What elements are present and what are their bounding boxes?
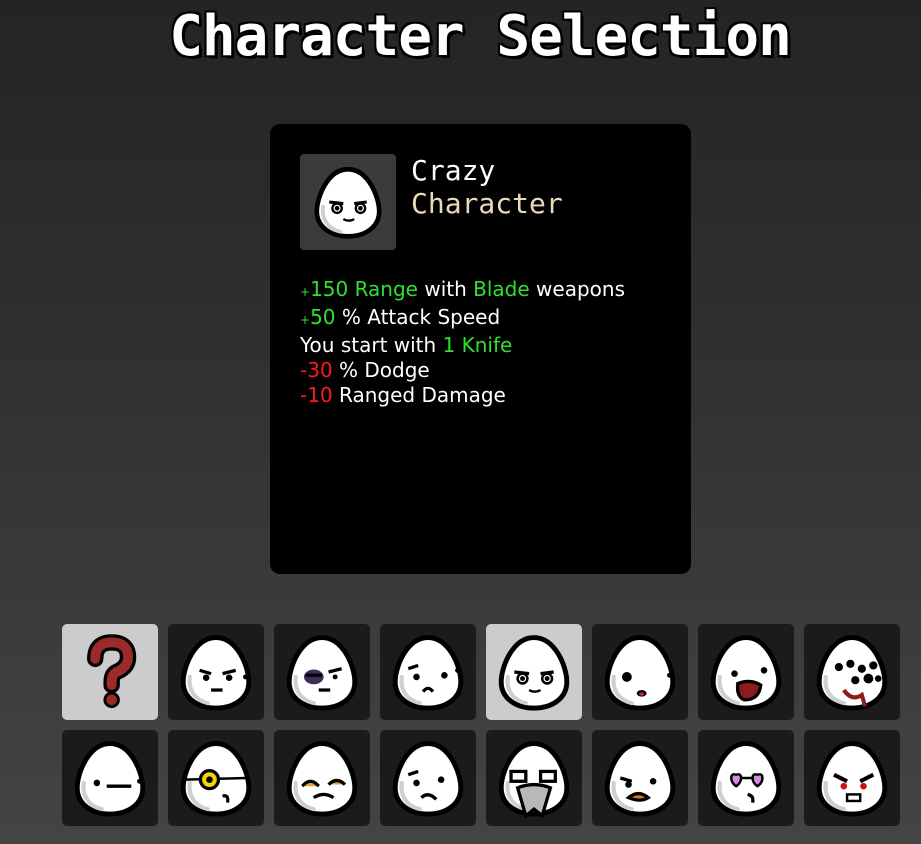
surprised-egg-icon [599, 631, 681, 713]
stat-text: Blade [473, 277, 530, 301]
stat-text: % Attack Speed [335, 305, 501, 329]
character-type-label: Character [411, 187, 563, 220]
stat-text: with [417, 277, 474, 301]
character-slot[interactable] [804, 624, 900, 720]
worried-egg-icon [387, 737, 469, 819]
character-slot[interactable] [168, 624, 264, 720]
stat-line: +50 % Attack Speed [300, 305, 625, 333]
stat-text: Ranged Damage [332, 383, 506, 407]
stat-line: You start with 1 Knife [300, 333, 625, 358]
bearded-egg-icon [493, 737, 575, 819]
pouting-egg-icon [387, 631, 469, 713]
stat-text: + [300, 285, 311, 299]
orange-mustache-egg-icon [599, 737, 681, 819]
stat-line: -30 % Dodge [300, 358, 625, 383]
character-slot[interactable] [592, 730, 688, 826]
crazy-egg-icon [309, 163, 387, 241]
character-slot[interactable] [380, 624, 476, 720]
page-title: Character Selection [168, 3, 794, 71]
random-question-mark-icon [69, 631, 151, 713]
stat-line: +150 Range with Blade weapons [300, 277, 625, 305]
stat-text: % Dodge [332, 358, 430, 382]
stat-text: 10 [307, 383, 333, 407]
character-slot[interactable] [62, 624, 158, 720]
character-info-panel: Crazy Character +150 Range with Blade we… [270, 124, 691, 574]
bruised-egg-icon [281, 631, 363, 713]
character-slot[interactable] [698, 624, 794, 720]
grumpy-egg-icon [175, 631, 257, 713]
character-slot[interactable] [486, 730, 582, 826]
heart-glasses-egg-icon [705, 737, 787, 819]
character-slot[interactable] [486, 624, 582, 720]
stat-text: + [300, 313, 311, 327]
character-grid [62, 624, 900, 826]
stat-text: 150 Range [310, 277, 418, 301]
stat-line: -10 Ranged Damage [300, 383, 625, 408]
character-slot[interactable] [804, 730, 900, 826]
mustache-egg-icon [281, 737, 363, 819]
stat-text: 30 [307, 358, 333, 382]
many-eyes-egg-icon [811, 631, 893, 713]
character-slot[interactable] [274, 730, 370, 826]
character-name: Crazy [411, 154, 496, 187]
stat-text: weapons [529, 277, 625, 301]
character-slot[interactable] [274, 624, 370, 720]
character-portrait [300, 154, 396, 250]
character-slot[interactable] [62, 730, 158, 826]
monocle-egg-icon [175, 737, 257, 819]
stat-text: 1 Knife [442, 333, 513, 357]
character-stats: +150 Range with Blade weapons +50 % Attac… [300, 277, 625, 408]
character-slot[interactable] [592, 624, 688, 720]
shouting-egg-icon [705, 631, 787, 713]
character-slot[interactable] [168, 730, 264, 826]
neutral-egg-icon [69, 737, 151, 819]
crazy-egg-icon [493, 631, 575, 713]
stat-text: 50 [310, 305, 336, 329]
character-slot[interactable] [698, 730, 794, 826]
character-slot[interactable] [380, 730, 476, 826]
angry-egg-icon [811, 737, 893, 819]
stat-text: You start with [300, 333, 443, 357]
